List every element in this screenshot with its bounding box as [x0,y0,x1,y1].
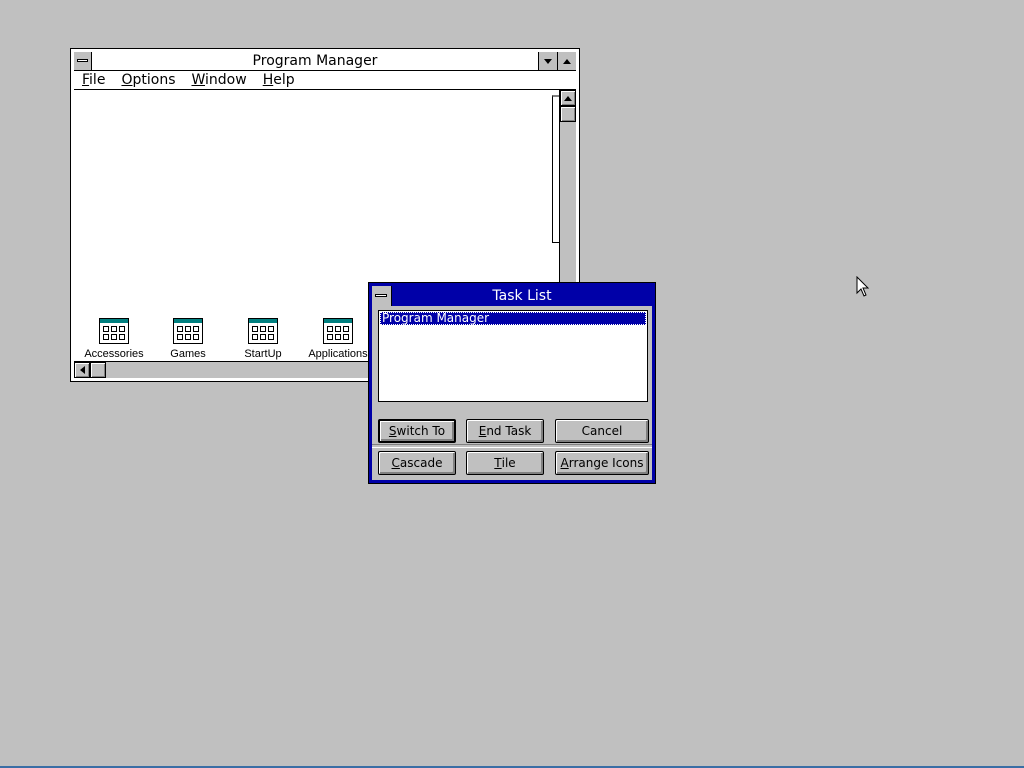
menu-options[interactable]: Options [113,71,183,89]
end-task-button[interactable]: End Task [466,419,544,443]
cancel-button[interactable]: Cancel [555,419,649,443]
task-list-dialog[interactable]: Task List Program Manager Switch To End … [368,282,656,484]
window-title: Program Manager [252,53,378,69]
group-applications[interactable]: Applications [298,318,378,360]
group-label: Applications [308,348,368,360]
list-item[interactable]: Program Manager [380,312,646,325]
dialog-title: Task List [492,288,552,304]
separator [372,444,652,448]
vertical-scroll-thumb[interactable] [560,106,576,122]
group-label: StartUp [244,348,282,360]
arrange-icons-button[interactable]: Arrange Icons [555,451,649,475]
control-menu-icon[interactable] [372,286,392,306]
group-label: Accessories [84,348,144,360]
menu-file[interactable]: File [74,71,113,89]
scroll-left-icon[interactable] [74,362,90,378]
group-label: Games [170,348,206,360]
task-list-titlebar[interactable]: Task List [372,286,652,306]
group-startup[interactable]: StartUp [223,318,303,360]
minimize-icon[interactable] [538,52,557,70]
program-group-icon [248,318,278,344]
cascade-button[interactable]: Cascade [378,451,456,475]
menu-window[interactable]: Window [183,71,254,89]
group-accessories[interactable]: Accessories [74,318,154,360]
program-group-icon [323,318,353,344]
menu-bar: File Options Window Help [74,71,576,90]
menu-help[interactable]: Help [255,71,303,89]
program-group-icon [99,318,129,344]
switch-to-button[interactable]: Switch To [378,419,456,443]
horizontal-scroll-thumb[interactable] [90,362,106,378]
group-games[interactable]: Games [148,318,228,360]
maximize-icon[interactable] [557,52,576,70]
task-listbox[interactable]: Program Manager [378,310,648,402]
program-manager-titlebar[interactable]: Program Manager [74,52,576,71]
tile-button[interactable]: Tile [466,451,544,475]
scroll-up-icon[interactable] [560,90,576,106]
mouse-pointer-icon [856,276,870,297]
program-group-icon [173,318,203,344]
control-menu-icon[interactable] [74,52,92,70]
